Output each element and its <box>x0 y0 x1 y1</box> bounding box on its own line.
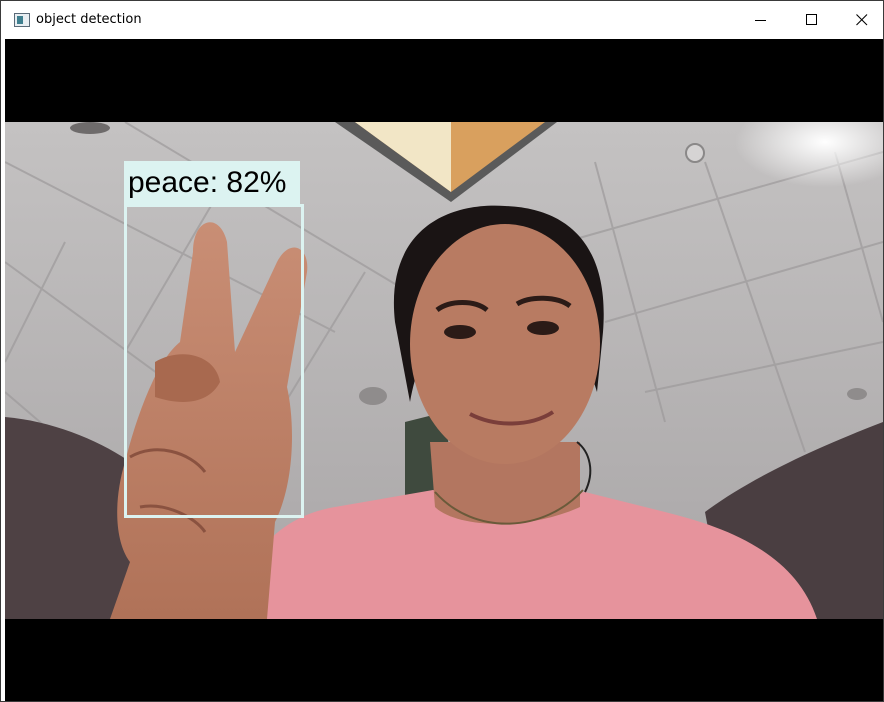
detection-bounding-box <box>124 204 304 518</box>
close-button[interactable] <box>839 1 883 39</box>
maximize-icon <box>806 14 817 25</box>
webcam-frame: peace: 82% <box>5 122 883 619</box>
minimize-icon <box>755 20 766 21</box>
window-title: object detection <box>36 12 142 27</box>
app-window: object detection peace: 82% <box>0 0 884 702</box>
close-icon <box>856 14 868 26</box>
video-viewport: peace: 82% <box>5 39 883 701</box>
maximize-button[interactable] <box>789 1 835 39</box>
detection-label: peace: 82% <box>124 161 300 204</box>
window-app-icon <box>14 13 30 27</box>
minimize-button[interactable] <box>738 1 784 39</box>
title-bar[interactable]: object detection <box>1 1 883 39</box>
